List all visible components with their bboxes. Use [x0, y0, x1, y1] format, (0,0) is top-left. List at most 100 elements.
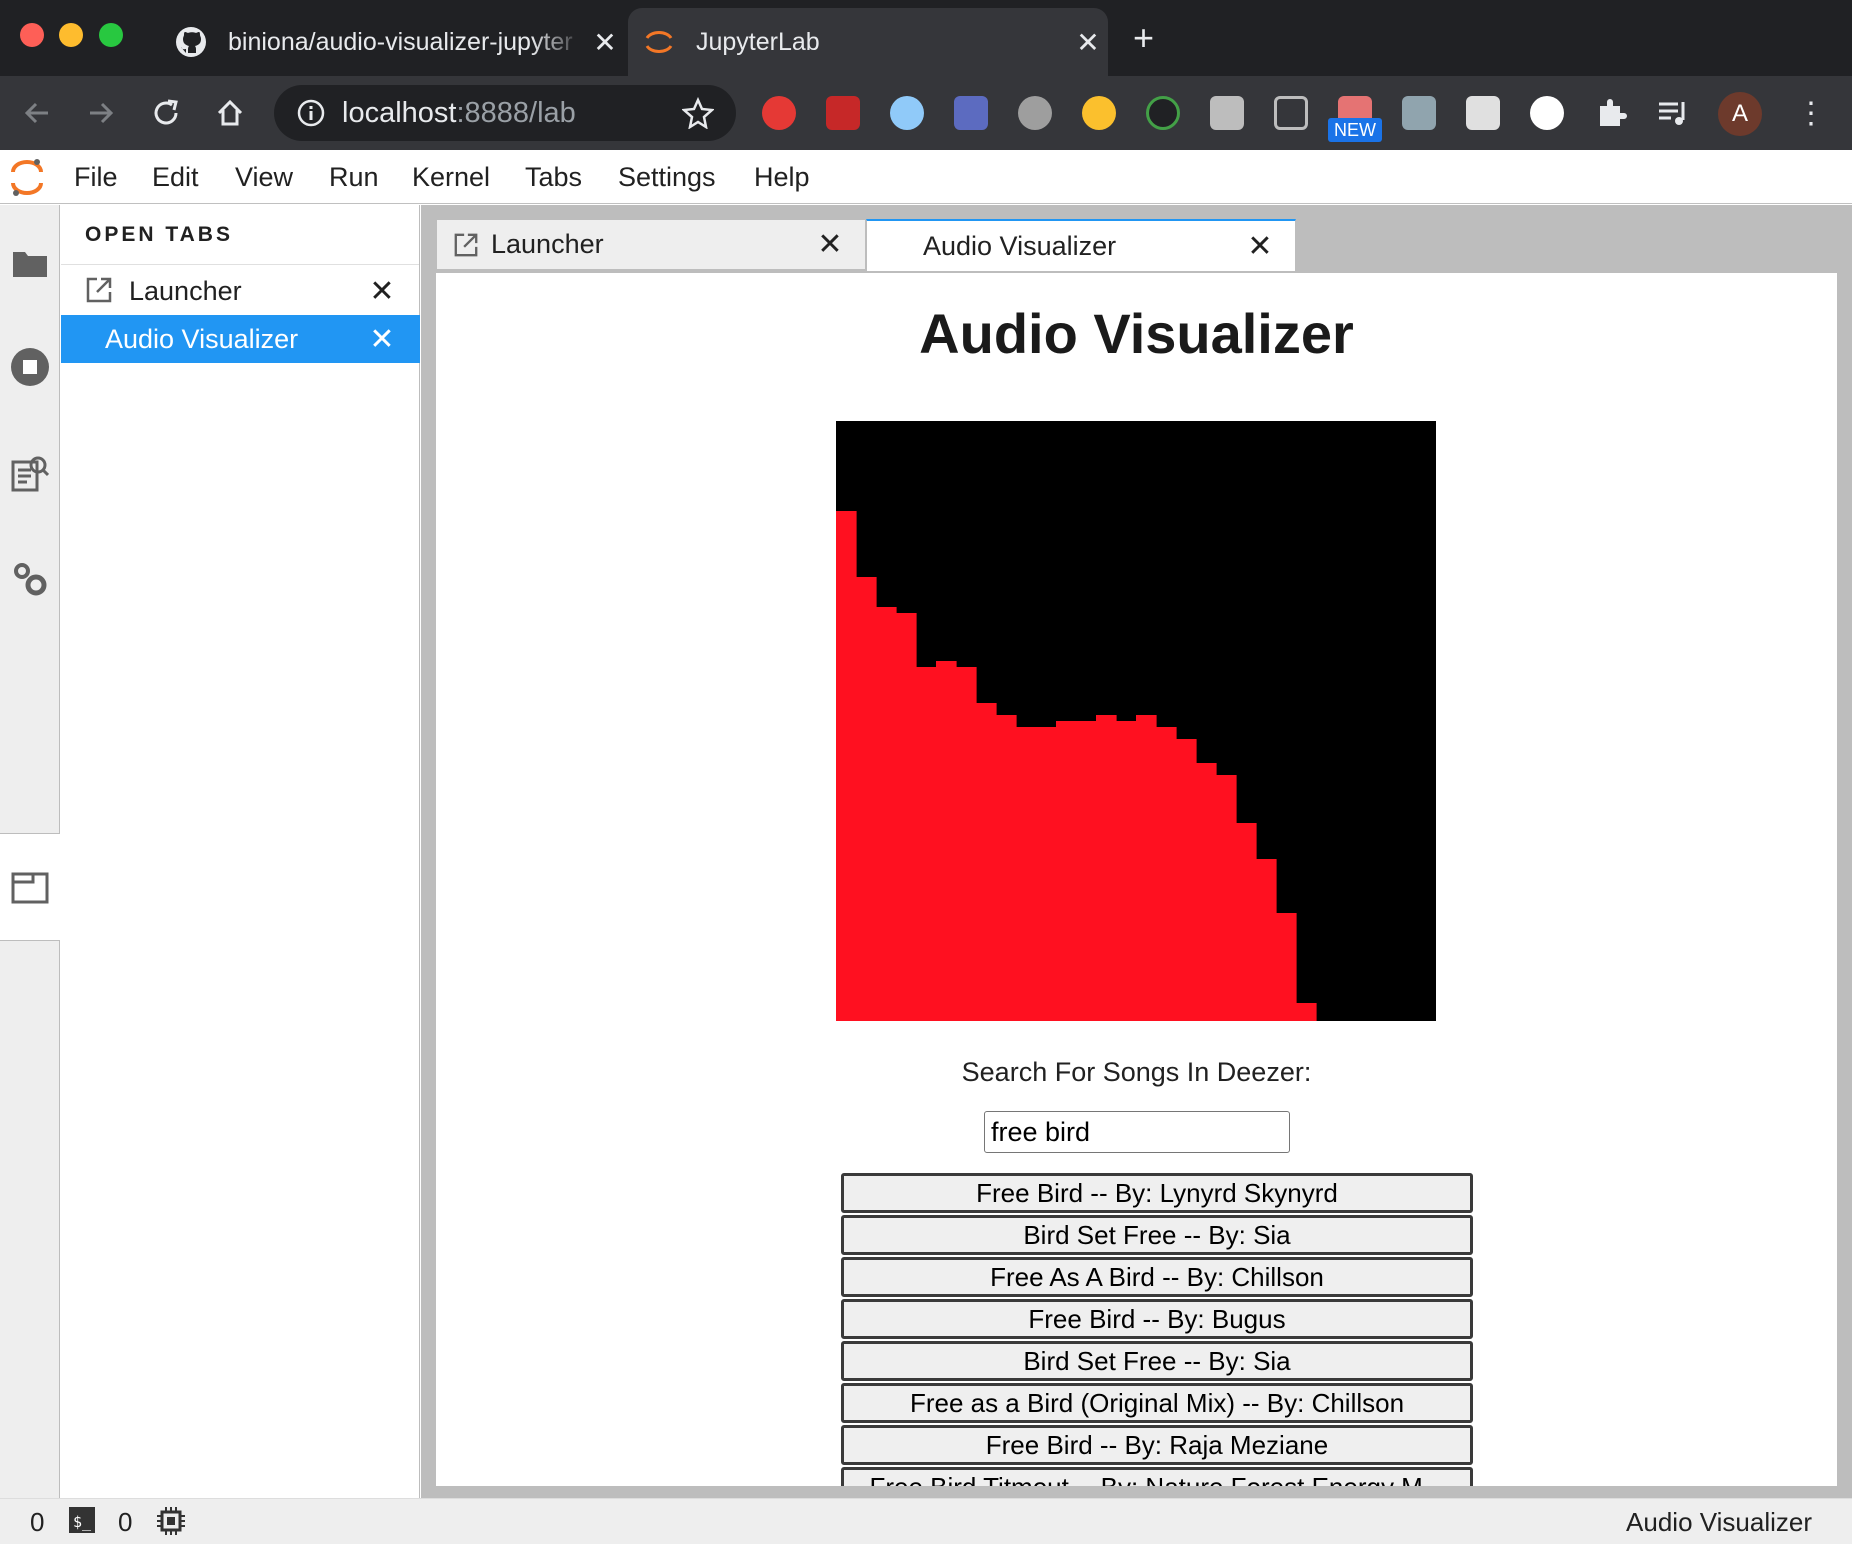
song-result-button[interactable]: Free As A Bird -- By: Chillson — [841, 1257, 1473, 1297]
frequency-bar — [1136, 715, 1157, 1021]
frequency-bar — [1236, 823, 1257, 1021]
song-result-button[interactable]: Free Bird Titmout -- By: Nature Forest E… — [841, 1467, 1473, 1486]
alarm-extension-icon[interactable] — [890, 96, 924, 130]
github-icon — [174, 25, 208, 59]
activity-sidebar — [0, 205, 60, 1498]
browser-tab-github[interactable]: biniona/audio-visualizer-jupyter ✕ — [160, 8, 625, 76]
coin-extension-icon[interactable] — [1082, 96, 1116, 130]
hand-extension-icon[interactable] — [1530, 96, 1564, 130]
song-result-button[interactable]: Free as a Bird (Original Mix) -- By: Chi… — [841, 1383, 1473, 1423]
frequency-bar — [936, 661, 957, 1021]
frequency-bar — [1016, 727, 1037, 1021]
frequency-bar — [956, 667, 977, 1021]
frequency-bar — [916, 667, 937, 1021]
menu-file[interactable]: File — [74, 162, 118, 193]
close-icon[interactable]: ✕ — [1243, 229, 1277, 264]
back-icon[interactable] — [16, 92, 58, 134]
open-tab-label: Audio Visualizer — [105, 323, 299, 354]
frequency-bar — [1276, 913, 1297, 1021]
close-icon[interactable]: ✕ — [362, 322, 402, 357]
browser-menu-icon[interactable]: ⋮ — [1796, 94, 1826, 134]
frequency-bar — [1116, 721, 1137, 1021]
menu-help[interactable]: Help — [754, 162, 810, 193]
tab-audio-visualizer[interactable]: Audio Visualizer ✕ — [866, 219, 1296, 272]
frequency-bar — [1196, 763, 1217, 1021]
tab-launcher[interactable]: Launcher ✕ — [436, 219, 866, 269]
window-minimize-button[interactable] — [59, 23, 83, 47]
menu-run[interactable]: Run — [329, 162, 379, 193]
adblock-extension-icon[interactable] — [762, 96, 796, 130]
search-label: Search For Songs In Deezer: — [961, 1057, 1312, 1087]
home-icon[interactable] — [209, 92, 251, 134]
window-zoom-button[interactable] — [99, 23, 123, 47]
frequency-bar — [1036, 727, 1057, 1021]
pdf-extension-icon[interactable] — [826, 96, 860, 130]
panel-header: OPEN TABS — [61, 205, 419, 265]
new-badge: NEW — [1328, 118, 1382, 142]
browser-tab-strip: biniona/audio-visualizer-jupyter ✕ Jupyt… — [0, 0, 1852, 76]
song-result-button[interactable]: Free Bird -- By: Lynyrd Skynyrd — [841, 1173, 1473, 1213]
frequency-bar — [976, 703, 997, 1021]
close-icon[interactable]: ✕ — [1068, 26, 1108, 59]
frequency-bar — [896, 613, 917, 1021]
tab-label: Audio Visualizer — [923, 231, 1117, 261]
reload-icon[interactable] — [145, 92, 187, 134]
status-bar: 0 $_ 0 Audio Visualizer — [0, 1498, 1852, 1544]
address-bar[interactable]: localhost:8888/lab — [274, 85, 736, 141]
close-icon[interactable]: ✕ — [362, 274, 402, 309]
page-title: Audio Visualizer — [919, 302, 1354, 365]
frequency-bar — [836, 511, 857, 1021]
song-result-button[interactable]: Bird Set Free -- By: Sia — [841, 1215, 1473, 1255]
open-tabs-panel: OPEN TABS Launcher ✕ Audio Visualizer ✕ — [61, 205, 420, 1498]
audio-visualizer-canvas — [836, 421, 1436, 1021]
running-stop-icon[interactable] — [6, 343, 54, 391]
new-tab-button[interactable]: + — [1133, 20, 1154, 56]
menu-view[interactable]: View — [235, 162, 293, 193]
frequency-bar — [1256, 859, 1277, 1021]
search-input[interactable] — [984, 1111, 1290, 1153]
tab-label: Launcher — [491, 229, 604, 259]
open-tab-launcher[interactable]: Launcher ✕ — [61, 267, 420, 315]
terminal-count: 0 — [30, 1507, 45, 1537]
menu-settings[interactable]: Settings — [618, 162, 716, 193]
frequency-bar — [1216, 775, 1237, 1021]
kernel-chip-icon[interactable] — [156, 1506, 186, 1543]
browser-tab-jupyterlab[interactable]: JupyterLab ✕ — [628, 8, 1108, 76]
command-palette-icon[interactable] — [6, 449, 54, 497]
bookmark-star-icon[interactable] — [682, 97, 718, 129]
frequency-bar — [856, 577, 877, 1021]
open-tab-audio-visualizer[interactable]: Audio Visualizer ✕ — [61, 315, 420, 363]
terminal-icon[interactable]: $_ — [68, 1506, 96, 1541]
site-info-icon[interactable] — [296, 98, 326, 128]
main-dock-area: Launcher ✕ Audio Visualizer ✕ Audio Visu… — [421, 205, 1852, 1498]
window-close-button[interactable] — [20, 23, 44, 47]
puzzle-extensions-icon[interactable] — [1594, 96, 1628, 130]
media-playlist-icon[interactable] — [1656, 96, 1690, 130]
frequency-bar — [1156, 727, 1177, 1021]
folder-icon[interactable] — [6, 239, 54, 287]
tabs-extension-icon[interactable] — [1274, 96, 1308, 130]
property-inspector-gears-icon[interactable] — [6, 555, 54, 603]
profile-avatar[interactable]: A — [1718, 92, 1762, 136]
browser-tab-title: JupyterLab — [696, 27, 820, 56]
song-result-button[interactable]: Bird Set Free -- By: Sia — [841, 1341, 1473, 1381]
colorwheel-extension-icon[interactable] — [1146, 96, 1180, 130]
menu-edit[interactable]: Edit — [152, 162, 199, 193]
close-icon[interactable]: ✕ — [585, 26, 625, 59]
url-host: localhost — [342, 96, 457, 129]
screenshot-extension-icon[interactable] — [1402, 96, 1436, 130]
song-result-button[interactable]: Free Bird -- By: Bugus — [841, 1299, 1473, 1339]
status-current-document: Audio Visualizer — [1626, 1507, 1812, 1537]
forward-icon[interactable] — [80, 92, 122, 134]
document-extension-icon[interactable] — [1466, 96, 1500, 130]
menu-tabs[interactable]: Tabs — [525, 162, 582, 193]
menu-kernel[interactable]: Kernel — [412, 162, 490, 193]
color-extension-icon[interactable] — [954, 96, 988, 130]
jupyter-menubar: File Edit View Run Kernel Tabs Settings … — [0, 150, 1852, 204]
close-icon[interactable]: ✕ — [813, 227, 847, 262]
song-result-button[interactable]: Free Bird -- By: Raja Meziane — [841, 1425, 1473, 1465]
url-path: :8888/lab — [456, 96, 576, 129]
gear-extension-icon[interactable] — [1018, 96, 1052, 130]
tabs-panel-toggle[interactable] — [0, 833, 60, 941]
css-extension-icon[interactable] — [1210, 96, 1244, 130]
